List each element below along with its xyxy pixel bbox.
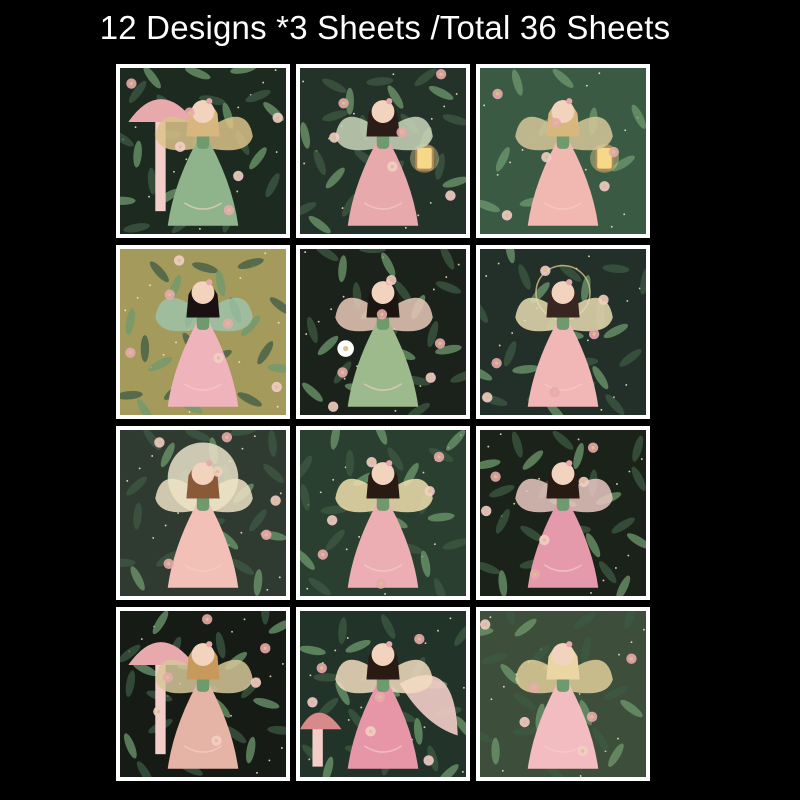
fairy-illustration [480, 249, 646, 415]
page-title: 12 Designs *3 Sheets /Total 36 Sheets [99, 9, 671, 46]
design-tile-5 [296, 245, 470, 419]
fairy-illustration [120, 430, 286, 596]
design-tile-7 [116, 426, 290, 600]
design-tile-4 [116, 245, 290, 419]
design-tile-6 [476, 245, 650, 419]
fairy-illustration [120, 249, 286, 415]
fairy-art-svg [120, 249, 286, 415]
fairy-illustration [300, 430, 466, 596]
design-tile-2 [296, 64, 470, 238]
design-tile-12 [476, 607, 650, 781]
fairy-art-svg [480, 249, 646, 415]
fairy-art-svg [300, 249, 466, 415]
fairy-art-svg [300, 430, 466, 596]
fairy-art-svg [300, 611, 466, 777]
design-tile-3 [476, 64, 650, 238]
fairy-illustration [480, 611, 646, 777]
design-tile-10 [116, 607, 290, 781]
design-grid [116, 64, 650, 782]
fairy-illustration [300, 611, 466, 777]
design-tile-8 [296, 426, 470, 600]
fairy-art-svg [480, 611, 646, 777]
fairy-art-svg [480, 68, 646, 234]
design-tile-9 [476, 426, 650, 600]
fairy-illustration [120, 611, 286, 777]
design-tile-11 [296, 607, 470, 781]
fairy-illustration [120, 68, 286, 234]
fairy-illustration [300, 68, 466, 234]
fairy-illustration [300, 249, 466, 415]
fairy-art-svg [120, 430, 286, 596]
design-tile-1 [116, 64, 290, 238]
fairy-art-svg [480, 430, 646, 596]
fairy-art-svg [120, 611, 286, 777]
fairy-art-svg [120, 68, 286, 234]
fairy-illustration [480, 68, 646, 234]
fairy-art-svg [300, 68, 466, 234]
fairy-illustration [480, 430, 646, 596]
